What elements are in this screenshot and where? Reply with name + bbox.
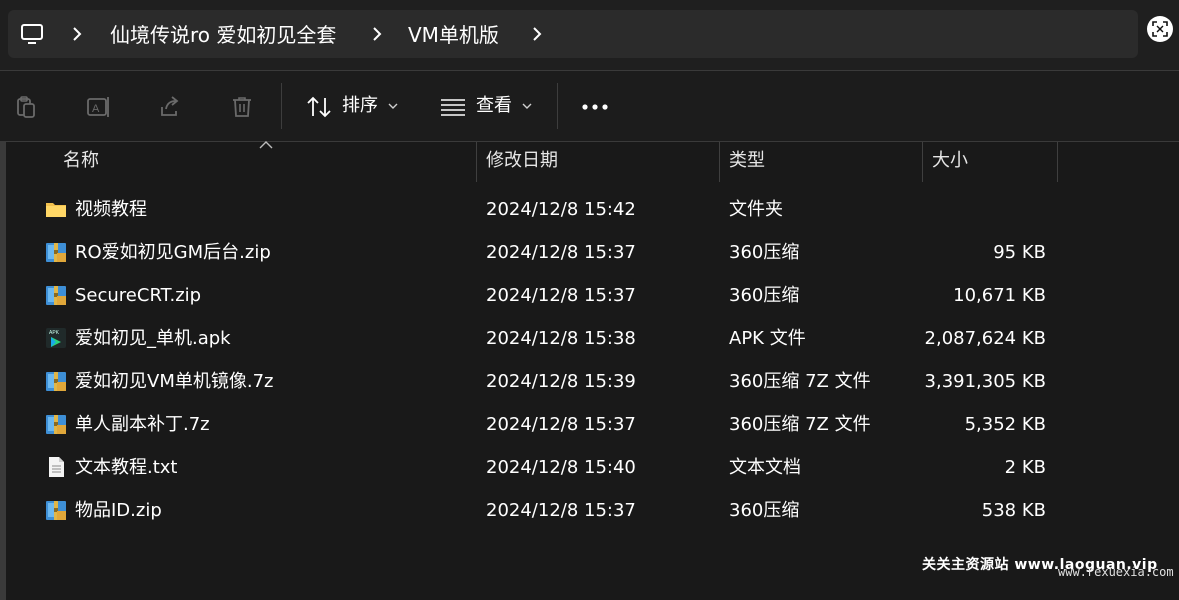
file-size: 3,391,305 KB xyxy=(924,371,1046,392)
toolbar-separator xyxy=(281,83,282,129)
text-file-icon xyxy=(45,456,67,478)
file-name: 文本教程.txt xyxy=(75,457,178,478)
file-row[interactable]: 视频教程 2024/12/8 15:42 文件夹 xyxy=(0,188,1179,231)
file-size: 2 KB xyxy=(1004,457,1046,478)
address-bar: 仙境传说ro 爱如初见全套 VM单机版 xyxy=(0,0,1179,70)
column-header-size[interactable]: 大小 xyxy=(932,142,968,182)
file-modified-date: 2024/12/8 15:37 xyxy=(486,242,636,263)
scan-icon xyxy=(1152,21,1168,37)
monitor-icon[interactable] xyxy=(20,23,44,45)
file-size: 538 KB xyxy=(981,500,1046,521)
file-size: 5,352 KB xyxy=(964,414,1046,435)
file-type: 360压缩 7Z 文件 xyxy=(729,371,871,392)
archive-icon xyxy=(45,284,67,306)
file-name: 爱如初见VM单机镜像.7z xyxy=(75,371,274,392)
column-divider[interactable] xyxy=(922,142,923,182)
column-header-modified[interactable]: 修改日期 xyxy=(486,142,558,182)
file-size: 95 KB xyxy=(993,242,1046,263)
divider xyxy=(0,141,1179,142)
rename-icon[interactable]: A xyxy=(86,95,112,119)
archive-icon xyxy=(45,370,67,392)
column-divider[interactable] xyxy=(1057,142,1058,182)
file-row[interactable]: 文本教程.txt 2024/12/8 15:40 文本文档 2 KB xyxy=(0,446,1179,489)
file-row[interactable]: 爱如初见VM单机镜像.7z 2024/12/8 15:39 360压缩 7Z 文件 3… xyxy=(0,360,1179,403)
svg-text:APK: APK xyxy=(49,330,60,336)
watermark-secondary: www.rexuexia.com xyxy=(1058,565,1174,579)
chevron-right-icon[interactable] xyxy=(72,26,82,42)
trash-icon[interactable] xyxy=(230,95,254,119)
scan-button[interactable] xyxy=(1147,16,1173,42)
file-modified-date: 2024/12/8 15:37 xyxy=(486,500,636,521)
column-divider[interactable] xyxy=(719,142,720,182)
archive-icon xyxy=(45,241,67,263)
file-name: SecureCRT.zip xyxy=(75,285,202,306)
file-type: 文本文档 xyxy=(729,457,801,478)
file-row[interactable]: SecureCRT.zip 2024/12/8 15:37 360压缩 10,671 … xyxy=(0,274,1179,317)
file-row[interactable]: APK 爱如初见_单机.apk 2024/12/8 15:38 APK 文件 2,087… xyxy=(0,317,1179,360)
file-size xyxy=(886,188,1046,231)
svg-text:A: A xyxy=(92,103,100,115)
file-name: 爱如初见_单机.apk xyxy=(75,328,231,349)
file-type: 360压缩 7Z 文件 xyxy=(729,414,871,435)
file-modified-date: 2024/12/8 15:37 xyxy=(486,285,636,306)
column-divider[interactable] xyxy=(476,142,477,182)
breadcrumb-item[interactable]: 仙境传说ro 爱如初见全套 xyxy=(110,21,336,49)
chevron-right-icon[interactable] xyxy=(372,26,382,42)
sort-ascending-icon xyxy=(259,141,273,149)
file-row[interactable]: 物品ID.zip 2024/12/8 15:37 360压缩 538 KB xyxy=(0,489,1179,532)
file-name: 物品ID.zip xyxy=(75,500,162,521)
share-icon[interactable] xyxy=(158,95,182,119)
file-name: RO爱如初见GM后台.zip xyxy=(75,242,271,263)
file-name: 单人副本补丁.7z xyxy=(75,414,210,435)
column-header-name[interactable]: 名称 xyxy=(63,142,99,182)
archive-icon xyxy=(45,499,67,521)
folder-icon xyxy=(45,198,67,220)
file-name: 视频教程 xyxy=(75,199,147,220)
column-header-type[interactable]: 类型 xyxy=(729,142,765,182)
apk-icon: APK xyxy=(45,327,67,349)
breadcrumb-item[interactable]: VM单机版 xyxy=(408,21,499,49)
clipboard-icon[interactable] xyxy=(14,95,38,119)
file-row[interactable]: RO爱如初见GM后台.zip 2024/12/8 15:37 360压缩 95 KB xyxy=(0,231,1179,274)
toolbar-separator xyxy=(557,83,558,129)
file-modified-date: 2024/12/8 15:39 xyxy=(486,371,636,392)
file-type: 360压缩 xyxy=(729,242,800,263)
more-icon[interactable] xyxy=(582,104,608,110)
file-modified-date: 2024/12/8 15:38 xyxy=(486,328,636,349)
sort-button[interactable]: 排序 xyxy=(342,94,378,118)
file-size: 10,671 KB xyxy=(953,285,1046,306)
file-modified-date: 2024/12/8 15:42 xyxy=(486,199,636,220)
file-row[interactable]: 单人副本补丁.7z 2024/12/8 15:37 360压缩 7Z 文件 5,352… xyxy=(0,403,1179,446)
file-size: 2,087,624 KB xyxy=(924,328,1046,349)
file-explorer-window: 仙境传说ro 爱如初见全套 VM单机版 A 排序 查看 名称 修改日期 类型 大… xyxy=(0,0,1179,600)
archive-icon xyxy=(45,413,67,435)
file-type: 360压缩 xyxy=(729,285,800,306)
file-modified-date: 2024/12/8 15:40 xyxy=(486,457,636,478)
chevron-down-icon[interactable] xyxy=(522,103,532,110)
view-icon[interactable] xyxy=(440,97,466,117)
file-type: 360压缩 xyxy=(729,500,800,521)
view-button[interactable]: 查看 xyxy=(476,94,512,118)
sort-icon[interactable] xyxy=(306,95,332,119)
chevron-down-icon[interactable] xyxy=(388,103,398,110)
chevron-right-icon[interactable] xyxy=(532,26,542,42)
file-modified-date: 2024/12/8 15:37 xyxy=(486,414,636,435)
file-type: APK 文件 xyxy=(729,328,806,349)
file-type: 文件夹 xyxy=(729,199,783,220)
